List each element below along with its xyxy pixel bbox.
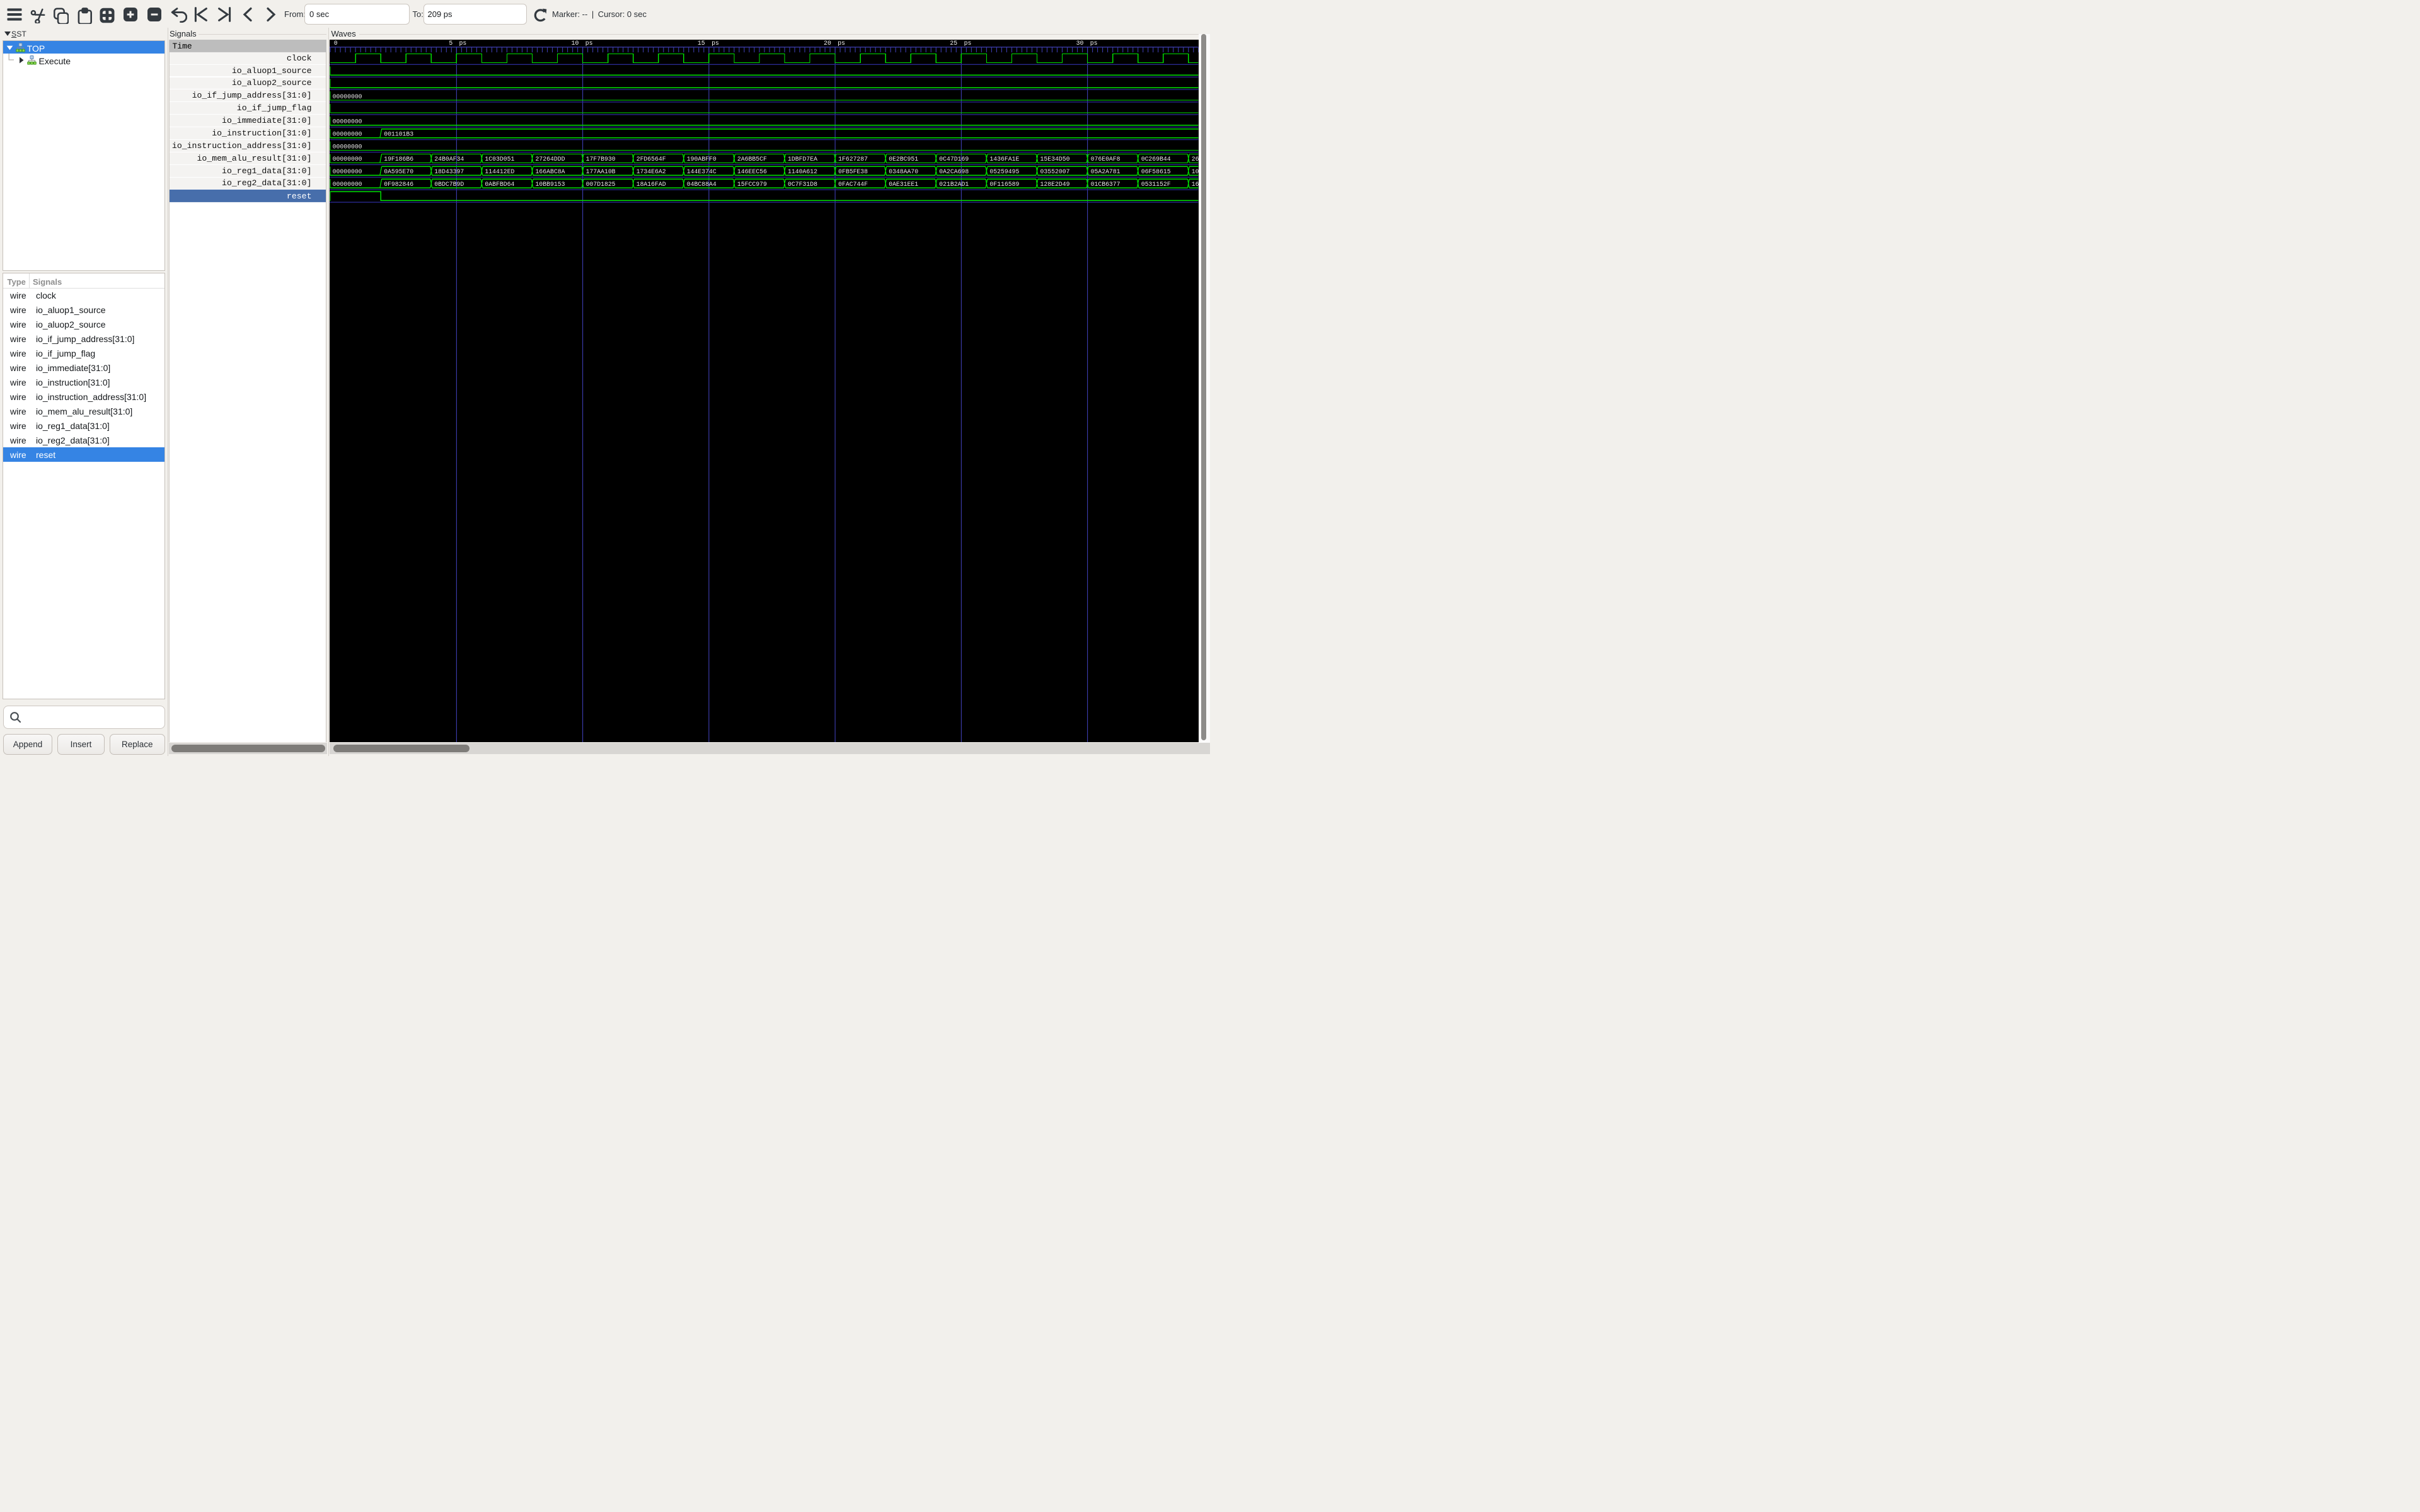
svg-text:190ABFF0: 190ABFF0 <box>687 156 717 163</box>
svg-text:0FB5FE38: 0FB5FE38 <box>838 168 868 175</box>
svg-text:15E34D50: 15E34D50 <box>1040 156 1069 163</box>
svg-text:0C7F31D8: 0C7F31D8 <box>788 181 817 188</box>
svg-text:26C04B17: 26C04B17 <box>1192 156 1199 163</box>
svg-text:001101B3: 001101B3 <box>384 131 413 138</box>
svg-text:17F7B930: 17F7B930 <box>586 156 616 163</box>
svg-text:2FD6564F: 2FD6564F <box>637 156 666 163</box>
svg-text:00000000: 00000000 <box>333 93 362 100</box>
svg-text:021B2AD1: 021B2AD1 <box>939 181 969 188</box>
svg-text:10BB9153: 10BB9153 <box>536 181 565 188</box>
svg-text:0ABFBD64: 0ABFBD64 <box>485 181 514 188</box>
svg-text:177AA10B: 177AA10B <box>586 168 616 175</box>
svg-text:144E374C: 144E374C <box>687 168 717 175</box>
svg-text:00000000: 00000000 <box>333 168 362 175</box>
svg-text:0: 0 <box>334 40 338 47</box>
svg-text:25: 25 <box>950 40 957 47</box>
svg-text:167D9E21: 167D9E21 <box>1192 181 1199 188</box>
svg-text:0FAC744F: 0FAC744F <box>838 181 868 188</box>
svg-text:1C03D051: 1C03D051 <box>485 156 514 163</box>
svg-text:30: 30 <box>1076 40 1084 47</box>
svg-text:00000000: 00000000 <box>333 118 362 125</box>
svg-text:0348AA70: 0348AA70 <box>889 168 918 175</box>
svg-text:ps: ps <box>459 40 467 47</box>
svg-text:00000000: 00000000 <box>333 156 362 163</box>
svg-text:105A2F3C: 105A2F3C <box>1192 168 1199 175</box>
svg-text:1140A612: 1140A612 <box>788 168 817 175</box>
svg-text:04BC88A4: 04BC88A4 <box>687 181 717 188</box>
svg-text:24B0AF34: 24B0AF34 <box>434 156 464 163</box>
svg-text:10: 10 <box>572 40 579 47</box>
svg-text:1DBFD7EA: 1DBFD7EA <box>788 156 817 163</box>
svg-text:0A2CA698: 0A2CA698 <box>939 168 969 175</box>
svg-text:03552007: 03552007 <box>1040 168 1069 175</box>
svg-text:ps: ps <box>838 40 845 47</box>
svg-text:0AE31EE1: 0AE31EE1 <box>889 181 918 188</box>
svg-text:114412ED: 114412ED <box>485 168 514 175</box>
svg-text:1F627287: 1F627287 <box>838 156 868 163</box>
svg-text:007D1825: 007D1825 <box>586 181 616 188</box>
svg-text:0C47D169: 0C47D169 <box>939 156 969 163</box>
svg-text:19F186B6: 19F186B6 <box>384 156 413 163</box>
svg-text:5: 5 <box>449 40 452 47</box>
svg-text:1436FA1E: 1436FA1E <box>989 156 1019 163</box>
svg-text:01CB6377: 01CB6377 <box>1091 181 1121 188</box>
svg-text:1734E6A2: 1734E6A2 <box>637 168 666 175</box>
svg-text:15FCC979: 15FCC979 <box>737 181 767 188</box>
svg-text:18A16FAD: 18A16FAD <box>637 181 666 188</box>
svg-text:00000000: 00000000 <box>333 143 362 150</box>
svg-text:00000000: 00000000 <box>333 131 362 138</box>
svg-text:ps: ps <box>585 40 593 47</box>
svg-text:076E0AF8: 076E0AF8 <box>1091 156 1121 163</box>
svg-text:0531152F: 0531152F <box>1141 181 1171 188</box>
svg-text:05A2A781: 05A2A781 <box>1091 168 1121 175</box>
svg-text:ps: ps <box>712 40 719 47</box>
svg-text:ps: ps <box>964 40 972 47</box>
svg-text:05259495: 05259495 <box>989 168 1019 175</box>
svg-text:ps: ps <box>1090 40 1098 47</box>
svg-text:146EEC56: 146EEC56 <box>737 168 767 175</box>
svg-text:128E2D49: 128E2D49 <box>1040 181 1069 188</box>
svg-text:0F982846: 0F982846 <box>384 181 413 188</box>
svg-text:0A595E70: 0A595E70 <box>384 168 413 175</box>
svg-text:0E2BC951: 0E2BC951 <box>889 156 918 163</box>
svg-text:27264DDD: 27264DDD <box>536 156 565 163</box>
svg-text:0F116589: 0F116589 <box>989 181 1019 188</box>
svg-text:00000000: 00000000 <box>333 181 362 188</box>
svg-text:0BDC7B9D: 0BDC7B9D <box>434 181 464 188</box>
svg-text:2A6BB5CF: 2A6BB5CF <box>737 156 767 163</box>
svg-text:20: 20 <box>824 40 831 47</box>
svg-text:166ABC8A: 166ABC8A <box>536 168 565 175</box>
svg-text:15: 15 <box>698 40 705 47</box>
svg-text:18D43397: 18D43397 <box>434 168 464 175</box>
svg-text:06F58615: 06F58615 <box>1141 168 1171 175</box>
svg-text:0C269B44: 0C269B44 <box>1141 156 1171 163</box>
